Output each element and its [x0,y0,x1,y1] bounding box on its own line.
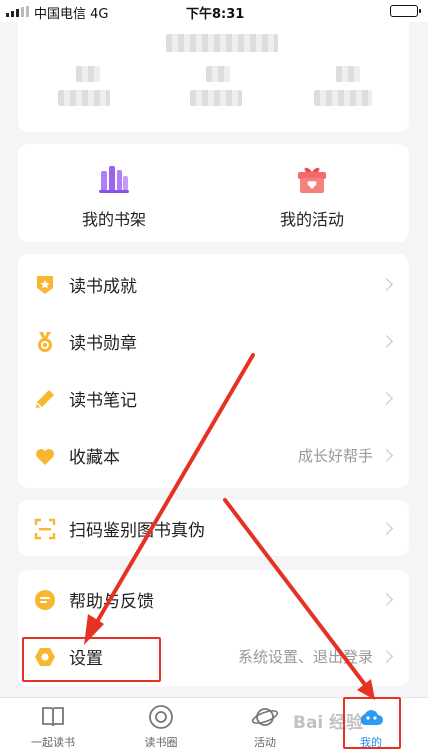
my-activities-label: 我的活动 [279,210,344,229]
profile-card[interactable] [18,22,409,132]
circle-icon [149,705,173,729]
feedback-icon [35,589,55,610]
signal-strength-icon [6,6,29,17]
collection-label: 收藏本 [69,448,120,468]
collection-row[interactable]: 收藏本 成长好帮手 [18,427,409,484]
chevron-right-icon [380,650,393,663]
battery-icon [390,5,421,17]
carrier-label: 中国电信 4G [34,7,109,22]
blurred-stat-2-label [190,90,242,106]
tab-read-together[interactable]: 一起读书 [18,703,88,750]
reading-medal-row[interactable]: 读书勋章 [18,313,409,370]
scan-verify-row[interactable]: 扫码鉴别图书真伪 [18,500,409,557]
tab-reading-circle[interactable]: 读书圈 [126,703,196,750]
achievement-badge-icon [37,275,53,294]
blurred-stat-3-label [314,90,372,106]
chevron-right-icon [380,278,393,291]
blurred-stat-1-label [58,90,110,106]
heart-icon [36,448,54,465]
chevron-right-icon [380,335,393,348]
mine-tab-highlight-box [343,697,401,749]
settings-highlight-box [22,637,161,682]
tab-activities-label: 活动 [254,736,276,749]
bookshelf-icon [99,166,129,193]
chevron-right-icon [380,392,393,405]
scan-icon [34,518,56,539]
my-bookshelf-button[interactable]: 我的书架 [34,162,194,230]
reading-achievement-label: 读书成就 [69,277,137,297]
pencil-icon [36,389,54,408]
reading-medal-label: 读书勋章 [69,334,137,354]
help-feedback-label: 帮助与反馈 [69,592,154,612]
blurred-stat-2-value [206,66,230,82]
scan-verify-label: 扫码鉴别图书真伪 [69,521,205,541]
tab-read-together-label: 一起读书 [31,736,75,749]
planet-icon [251,708,279,726]
reading-achievement-row[interactable]: 读书成就 [18,256,409,313]
my-bookshelf-label: 我的书架 [81,210,146,229]
chevron-right-icon [380,449,393,462]
quick-actions-card: 我的书架 我的活动 [18,144,409,242]
blurred-username [166,34,278,52]
blurred-stat-3-value [336,66,360,82]
reading-notes-row[interactable]: 读书笔记 [18,370,409,427]
book-icon [42,707,64,727]
chevron-right-icon [380,522,393,535]
help-feedback-row[interactable]: 帮助与反馈 [18,571,409,628]
settings-subtitle: 系统设置、退出登录 [237,648,373,666]
reading-menu-card: 读书成就 读书勋章 读书笔记 收藏本 成长好帮手 [18,254,409,488]
scan-card: 扫码鉴别图书真伪 [18,500,409,556]
collection-subtitle: 成长好帮手 [297,447,373,465]
clock: 下午8:31 [186,7,245,22]
status-bar: 中国电信 4G 下午8:31 [0,0,428,22]
chevron-right-icon [380,593,393,606]
my-activities-button[interactable]: 我的活动 [232,162,392,230]
blurred-stat-1-value [76,66,100,82]
reading-notes-label: 读书笔记 [69,391,137,411]
tab-activities[interactable]: 活动 [230,703,300,750]
medal-icon [38,331,52,352]
gift-icon [298,167,326,193]
tab-reading-circle-label: 读书圈 [144,736,178,749]
